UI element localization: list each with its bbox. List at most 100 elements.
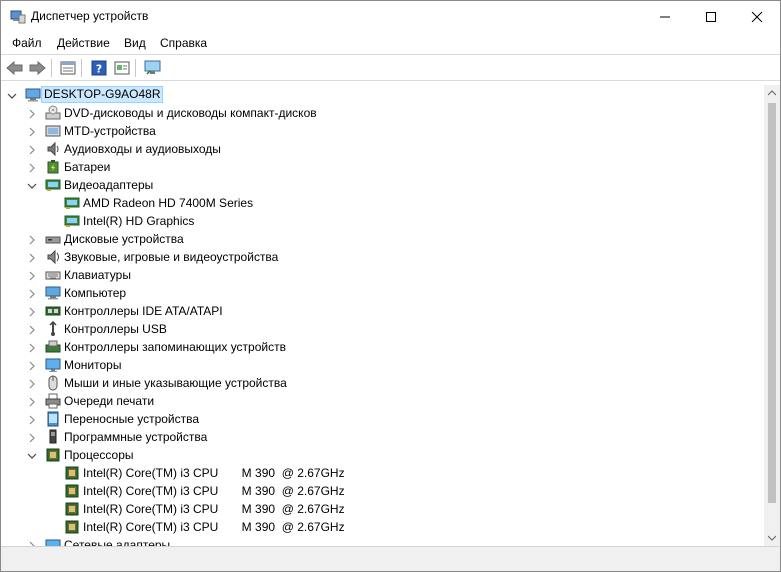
scroll-down-icon[interactable] <box>768 535 776 541</box>
tree-device[interactable]: Intel(R) Core(TM) i3 CPU M 390 @ 2.67GHz <box>1 518 764 536</box>
expand-chevron-icon[interactable] <box>27 144 37 155</box>
tree-item-label: Контроллеры USB <box>64 322 167 336</box>
menu-view[interactable]: Вид <box>124 36 146 50</box>
tree-category[interactable]: Мониторы <box>1 356 764 374</box>
maximize-button[interactable] <box>688 1 734 32</box>
display-adapter-icon <box>45 177 61 193</box>
expand-chevron-icon[interactable] <box>27 360 37 371</box>
tree-item-label: Intel(R) Core(TM) i3 CPU M 390 @ 2.67GHz <box>83 484 345 498</box>
tree-item-label: Intel(R) Core(TM) i3 CPU M 390 @ 2.67GHz <box>83 466 345 480</box>
tree-device[interactable]: Intel(R) Core(TM) i3 CPU M 390 @ 2.67GHz <box>1 482 764 500</box>
tree-category[interactable]: Звуковые, игровые и видеоустройства <box>1 248 764 266</box>
tree-root[interactable]: DESKTOP-G9AO48R <box>1 86 764 104</box>
scan-hardware-icon[interactable] <box>143 58 163 78</box>
tree-category[interactable]: Контроллеры IDE ATA/ATAPI <box>1 302 764 320</box>
properties-icon[interactable] <box>58 58 78 78</box>
tree-item-label: Intel(R) HD Graphics <box>83 214 195 228</box>
vertical-scrollbar[interactable] <box>764 85 780 546</box>
tree-category[interactable]: Дисковые устройства <box>1 230 764 248</box>
expand-chevron-icon[interactable] <box>27 432 37 443</box>
tree-category[interactable]: Контроллеры USB <box>1 320 764 338</box>
battery-icon <box>45 159 61 175</box>
expand-chevron-icon[interactable] <box>27 288 37 299</box>
tree-item-label: Компьютер <box>64 286 127 300</box>
speaker-icon <box>45 141 61 157</box>
tree-device[interactable]: AMD Radeon HD 7400M Series <box>1 194 764 212</box>
ide-controller-icon <box>45 303 61 319</box>
tree-item-label: MTD-устройства <box>64 124 156 138</box>
tree-device[interactable]: Intel(R) Core(TM) i3 CPU M 390 @ 2.67GHz <box>1 500 764 518</box>
tree-item-label: Батареи <box>64 160 111 174</box>
menu-action[interactable]: Действие <box>57 36 110 50</box>
expand-chevron-icon[interactable] <box>27 108 37 119</box>
expand-chevron-icon[interactable] <box>27 306 37 317</box>
storage-controller-icon <box>45 339 61 355</box>
expand-chevron-icon[interactable] <box>27 126 37 137</box>
close-button[interactable] <box>734 1 780 32</box>
tree-category[interactable]: Аудиовходы и аудиовыходы <box>1 140 764 158</box>
expand-chevron-icon[interactable] <box>27 162 37 173</box>
tree-category[interactable]: Видеоадаптеры <box>1 176 764 194</box>
expand-chevron-icon[interactable] <box>27 342 37 353</box>
mtd-device-icon <box>45 123 61 139</box>
expand-chevron-icon[interactable] <box>27 378 37 389</box>
minimize-button[interactable] <box>642 1 688 32</box>
tree-item-label: Аудиовходы и аудиовыходы <box>64 142 221 156</box>
tree-item-label: Intel(R) Core(TM) i3 CPU M 390 @ 2.67GHz <box>83 502 345 516</box>
expand-chevron-icon[interactable] <box>27 324 37 335</box>
collapse-chevron-icon[interactable] <box>7 90 17 100</box>
tree-category[interactable]: Контроллеры запоминающих устройств <box>1 338 764 356</box>
scroll-up-icon[interactable] <box>768 90 776 96</box>
tree-category[interactable]: MTD-устройства <box>1 122 764 140</box>
toolbar: ? <box>1 55 780 80</box>
expand-chevron-icon[interactable] <box>27 270 37 281</box>
mouse-icon <box>45 375 61 391</box>
monitor-icon <box>45 357 61 373</box>
device-tree[interactable]: DESKTOP-G9AO48R DVD-дисководы и дисководы… <box>1 85 764 546</box>
svg-text:?: ? <box>96 63 102 76</box>
tree-category[interactable]: Программные устройства <box>1 428 764 446</box>
collapse-chevron-icon[interactable] <box>27 180 37 190</box>
tree-category[interactable]: Очереди печати <box>1 392 764 410</box>
tree-item-label: Дисковые устройства <box>64 232 184 246</box>
menu-file[interactable]: Файл <box>12 36 42 50</box>
sound-icon <box>45 249 61 265</box>
tree-category[interactable]: Клавиатуры <box>1 266 764 284</box>
computer-icon <box>45 285 61 301</box>
tree-category[interactable]: Мыши и иные указывающие устройства <box>1 374 764 392</box>
portable-device-icon <box>45 411 61 427</box>
usb-icon <box>45 320 61 337</box>
expand-chevron-icon[interactable] <box>27 414 37 425</box>
tree-category[interactable]: Переносные устройства <box>1 410 764 428</box>
tree-category[interactable]: Процессоры <box>1 446 764 464</box>
tree-device[interactable]: Intel(R) Core(TM) i3 CPU M 390 @ 2.67GHz <box>1 464 764 482</box>
tree-item-label: Мониторы <box>64 358 122 372</box>
tree-category[interactable]: Компьютер <box>1 284 764 302</box>
tree-category[interactable]: Сетевые адаптеры <box>1 536 764 546</box>
tree-item-label: Контроллеры запоминающих устройств <box>64 340 286 354</box>
tree-item-label: Очереди печати <box>64 394 155 408</box>
collapse-chevron-icon[interactable] <box>27 450 37 460</box>
window-title: Диспетчер устройств <box>31 9 149 23</box>
scrollbar-thumb[interactable] <box>768 103 776 503</box>
expand-chevron-icon[interactable] <box>27 396 37 407</box>
expand-chevron-icon[interactable] <box>27 252 37 263</box>
tree-category[interactable]: Батареи <box>1 158 764 176</box>
update-driver-icon[interactable] <box>112 58 132 78</box>
tree-item-label: Контроллеры IDE ATA/ATAPI <box>64 304 223 318</box>
processor-icon <box>45 447 61 463</box>
keyboard-icon <box>45 267 61 283</box>
processor-icon <box>64 501 80 517</box>
back-icon[interactable] <box>5 58 25 78</box>
tree-device[interactable]: Intel(R) HD Graphics <box>1 212 764 230</box>
display-adapter-icon <box>64 213 80 229</box>
forward-icon[interactable] <box>27 58 47 78</box>
tree-item-label: Intel(R) Core(TM) i3 CPU M 390 @ 2.67GHz <box>83 520 345 534</box>
expand-chevron-icon[interactable] <box>27 234 37 245</box>
tree-category[interactable]: DVD-дисководы и дисководы компакт-дисков <box>1 104 764 122</box>
title-bar[interactable]: Диспетчер устройств <box>1 1 780 32</box>
tree-item-label: Звуковые, игровые и видеоустройства <box>64 250 279 264</box>
menu-help[interactable]: Справка <box>160 36 207 50</box>
tree-item-label: Переносные устройства <box>64 412 200 426</box>
help-icon[interactable]: ? <box>89 58 109 78</box>
